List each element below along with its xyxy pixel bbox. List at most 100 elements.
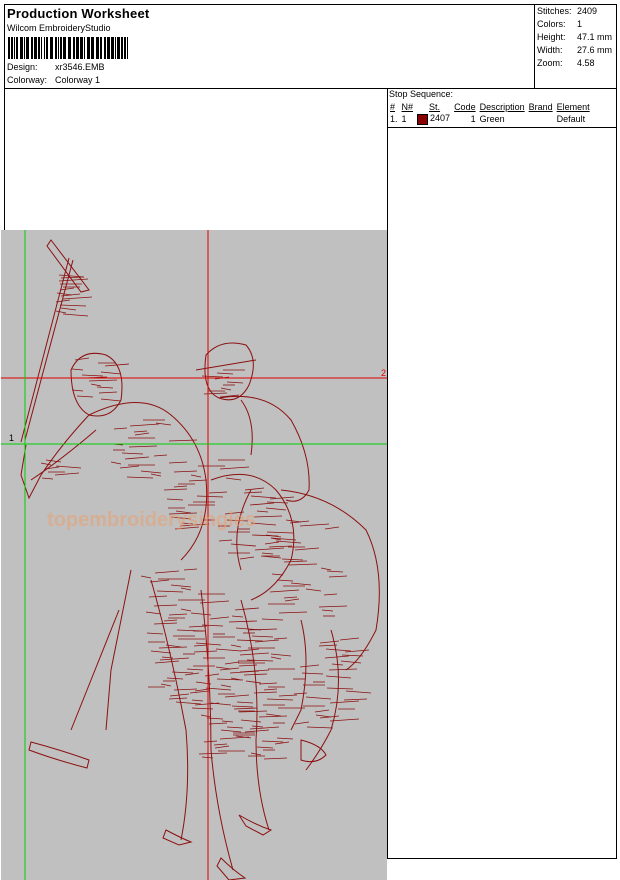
barcode-bar: [63, 37, 66, 59]
stitch-line: [270, 653, 292, 657]
stitch-line: [265, 713, 282, 717]
stitch-line: [256, 746, 274, 749]
stitch-line: [281, 558, 304, 561]
stat-label: Zoom:: [537, 58, 563, 68]
stitch-line: [58, 274, 85, 278]
stitch-line: [341, 654, 364, 657]
stitch-line: [203, 740, 218, 743]
stitch-line: [339, 637, 360, 641]
stitch-line: [253, 691, 278, 694]
stat-value: 2409: [577, 6, 598, 16]
row-brand: [527, 113, 555, 125]
stitch-line: [71, 368, 84, 371]
stitch-line: [269, 589, 300, 593]
barcode-bar: [16, 37, 18, 59]
stitch-line: [239, 556, 255, 560]
stitch-line: [216, 372, 234, 375]
row-st: 2407: [430, 113, 451, 124]
barcode-bar: [41, 37, 42, 59]
color-swatch: [417, 113, 429, 125]
stitch-line: [149, 579, 170, 583]
polo-players-artwork: [20, 239, 380, 880]
stitch-line: [243, 673, 268, 676]
stitch-line: [323, 593, 338, 596]
stitch-line: [319, 640, 340, 644]
stat-value: 27.6 mm: [577, 45, 613, 55]
stitch-line: [90, 383, 102, 387]
stitch-line: [119, 465, 140, 469]
row-num: 1.: [390, 114, 398, 124]
stitch-line: [71, 389, 84, 392]
stitch-line: [264, 541, 280, 545]
stitch-line: [220, 684, 232, 688]
stitch-line: [154, 570, 180, 574]
stitch-line: [224, 694, 250, 698]
barcode-bar: [115, 37, 116, 59]
stitch-line: [226, 381, 244, 384]
stitch-line: [233, 707, 258, 710]
stitch-line: [100, 398, 122, 402]
stat-stitches: Stitches: 2409: [537, 6, 597, 16]
barcode-bar: [26, 37, 29, 59]
stitch-line: [236, 639, 264, 642]
stitch-line: [140, 575, 152, 579]
design-preview-pane: 2 1 topembroiderysingles: [1, 88, 388, 880]
stitch-line: [166, 677, 184, 680]
stitch-line: [294, 547, 320, 551]
barcode-bar: [24, 37, 25, 59]
stitch-line: [96, 386, 114, 389]
stitch-line: [113, 427, 128, 430]
stitch-line: [328, 575, 348, 578]
stitch-line: [124, 456, 150, 460]
stitch-line: [263, 688, 278, 691]
stitch-line: [60, 307, 77, 311]
stitch-line: [145, 611, 162, 615]
stitch-line: [284, 598, 300, 602]
stitch-line: [190, 474, 202, 478]
stitch-line: [273, 637, 288, 640]
stitch-line: [331, 663, 344, 666]
stitch-line: [345, 690, 372, 694]
stitch-line: [128, 445, 158, 448]
stitch-line: [156, 590, 184, 593]
stitch-line: [161, 656, 174, 659]
stitch-line: [240, 719, 262, 723]
stitch-line: [188, 625, 208, 628]
stitch-line: [326, 687, 354, 690]
stitch-line: [251, 635, 274, 638]
stitch-line: [258, 715, 288, 718]
stitch-line: [146, 632, 164, 635]
stitch-line: [98, 391, 118, 394]
barcode-bar: [76, 37, 79, 59]
stitch-line: [163, 488, 188, 491]
stitch-line: [150, 473, 162, 477]
stat-value: 1: [577, 19, 583, 29]
stitch-line: [194, 688, 210, 692]
barcode-bar: [91, 37, 94, 59]
stitch-line: [183, 568, 198, 571]
barcode-bar: [117, 37, 120, 59]
stitch-line: [168, 697, 188, 700]
barcode-bar: [11, 37, 13, 59]
stitch-line: [318, 644, 338, 647]
stitch-line: [140, 470, 162, 474]
stitch-line: [186, 668, 204, 671]
stitch-line: [278, 611, 308, 614]
stitch-line: [253, 515, 283, 518]
stitch-line: [270, 656, 282, 660]
stitch-line: [100, 371, 122, 375]
stat-height: Height: 47.1 mm: [537, 32, 612, 42]
stitch-line: [290, 582, 312, 586]
stitch-line: [324, 526, 340, 530]
table-row: 1. 1 2407 1 Green Default: [388, 113, 592, 125]
stitch-line: [256, 510, 269, 513]
stitch-line: [180, 587, 192, 591]
stat-value: 4.58: [577, 58, 595, 68]
stitch-line: [168, 613, 188, 616]
stitch-line: [214, 745, 230, 749]
stitch-line: [321, 609, 334, 612]
worksheet-header: Production Worksheet Wilcom EmbroiderySt…: [5, 5, 616, 89]
barcode-bar: [55, 37, 57, 59]
stitch-line: [261, 740, 284, 743]
stitch-line: [173, 470, 198, 473]
